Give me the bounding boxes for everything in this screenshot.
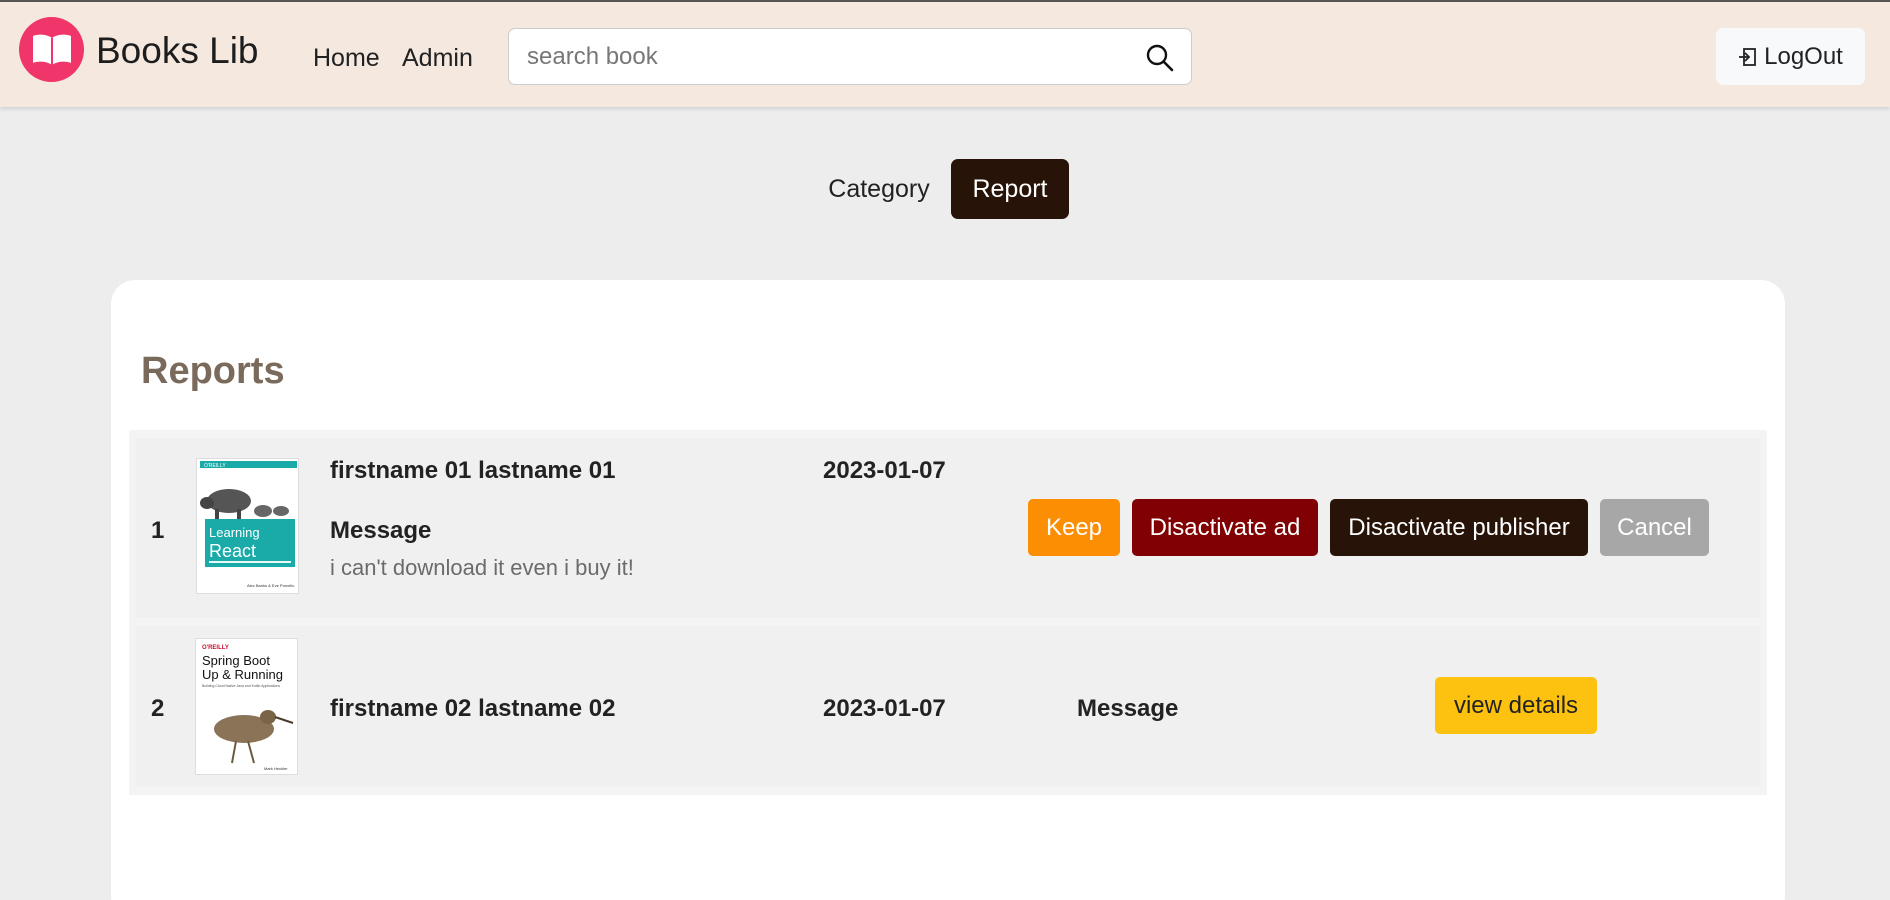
cover-publisher: O'REILLY bbox=[202, 645, 229, 651]
reports-heading: Reports bbox=[141, 350, 285, 392]
top-navbar: Books Lib Home Admin LogOut bbox=[0, 0, 1890, 107]
book-cover-image[interactable]: O'REILLY Spring Boot Up & Running Buildi… bbox=[195, 638, 298, 775]
message-label: Message bbox=[330, 517, 432, 544]
message-label: Message bbox=[1077, 695, 1179, 722]
cancel-button[interactable]: Cancel bbox=[1600, 499, 1709, 556]
book-cover-image[interactable]: O'REILLY Learning React Alex Banks & Eve… bbox=[196, 458, 299, 594]
cover-publisher: O'REILLY bbox=[204, 463, 226, 469]
cover-title-line1: Learning bbox=[209, 525, 260, 540]
logout-label: LogOut bbox=[1764, 42, 1843, 70]
report-date: 2023-01-07 bbox=[823, 695, 946, 722]
nav-home-link[interactable]: Home bbox=[313, 44, 380, 73]
message-text: i can't download it even i buy it! bbox=[330, 555, 634, 580]
tab-report[interactable]: Report bbox=[951, 159, 1069, 219]
cover-authors: Alex Banks & Eve Porcello bbox=[247, 583, 295, 588]
cover-title-line1: Spring Boot bbox=[202, 653, 270, 668]
search-icon[interactable] bbox=[1145, 43, 1175, 73]
report-date: 2023-01-07 bbox=[823, 457, 946, 484]
cover-authors: Mark Heckler bbox=[264, 766, 288, 771]
cover-title-line2: React bbox=[209, 541, 256, 561]
cover-title-line2: Up & Running bbox=[202, 667, 283, 682]
book-logo-icon[interactable] bbox=[19, 17, 84, 82]
keep-button[interactable]: Keep bbox=[1028, 499, 1120, 556]
view-details-button[interactable]: view details bbox=[1435, 677, 1597, 734]
row-index: 1 bbox=[151, 517, 165, 544]
disactivate-ad-button[interactable]: Disactivate ad bbox=[1132, 499, 1318, 556]
reporter-name: firstname 02 lastname 02 bbox=[330, 695, 616, 722]
cover-subtitle: Building Cloud Native Java and Kotlin Ap… bbox=[202, 684, 280, 688]
row-index: 2 bbox=[151, 695, 165, 722]
logout-icon bbox=[1739, 47, 1757, 66]
disactivate-publisher-button[interactable]: Disactivate publisher bbox=[1330, 499, 1588, 556]
nav-admin-link[interactable]: Admin bbox=[402, 44, 473, 73]
tab-category[interactable]: Category bbox=[820, 159, 938, 219]
reporter-name: firstname 01 lastname 01 bbox=[330, 457, 616, 484]
logout-button[interactable]: LogOut bbox=[1716, 28, 1865, 85]
search-bar bbox=[508, 28, 1192, 85]
search-input[interactable] bbox=[527, 29, 1127, 84]
brand-title[interactable]: Books Lib bbox=[96, 30, 259, 72]
